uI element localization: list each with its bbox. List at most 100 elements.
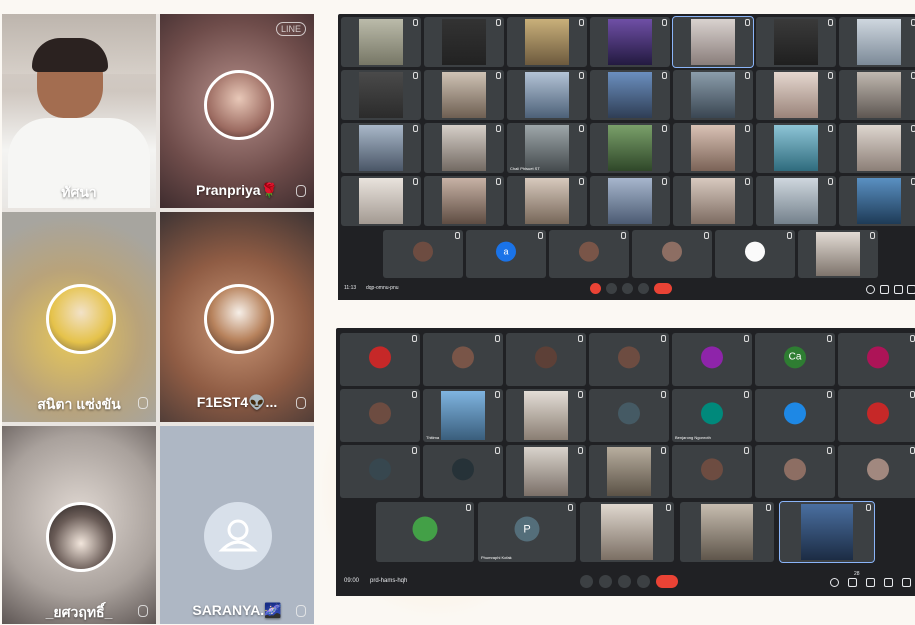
participant-tile[interactable]: LINE Pranpriya🌹 — [160, 14, 314, 208]
present-button[interactable] — [618, 575, 631, 588]
mic-off-button[interactable] — [590, 283, 601, 294]
participant-tile[interactable] — [838, 445, 915, 498]
participant-tile[interactable] — [589, 445, 669, 498]
participant-tile[interactable] — [424, 17, 504, 67]
participant-tile[interactable] — [838, 389, 915, 442]
video-feed — [607, 19, 653, 65]
participant-tile[interactable] — [340, 389, 420, 442]
participant-tile[interactable]: Ca — [755, 333, 835, 386]
participant-tile[interactable] — [423, 445, 503, 498]
more-options-button[interactable] — [637, 575, 650, 588]
avatar — [867, 457, 889, 480]
mic-muted-icon — [496, 19, 501, 26]
participant-tile[interactable] — [383, 230, 463, 278]
participant-tile[interactable] — [341, 123, 421, 173]
participant-tile[interactable] — [715, 230, 795, 278]
video-feed — [815, 232, 861, 276]
participant-tile[interactable] — [756, 70, 836, 120]
participant-tile[interactable] — [590, 176, 670, 226]
participant-tile[interactable] — [341, 176, 421, 226]
participant-tile[interactable] — [798, 230, 878, 278]
mic-muted-icon — [413, 19, 418, 26]
more-options-button[interactable] — [638, 283, 649, 294]
activities-icon[interactable] — [907, 285, 915, 294]
participant-tile[interactable] — [424, 70, 504, 120]
participant-tile[interactable]: Benjarong Ngonroth — [672, 389, 752, 442]
participant-tile[interactable] — [506, 333, 586, 386]
participant-tile[interactable] — [779, 501, 875, 563]
participant-tile[interactable] — [341, 17, 421, 67]
participant-tile[interactable] — [506, 445, 586, 498]
participant-tile[interactable] — [755, 389, 835, 442]
participant-tile[interactable] — [590, 123, 670, 173]
present-button[interactable] — [622, 283, 633, 294]
participant-tile[interactable] — [589, 389, 669, 442]
participant-tile[interactable] — [423, 333, 503, 386]
participant-tile[interactable] — [549, 230, 629, 278]
participant-tile[interactable] — [424, 123, 504, 173]
participant-tile[interactable] — [340, 445, 420, 498]
participant-tile[interactable] — [673, 70, 753, 120]
people-icon[interactable] — [880, 285, 889, 294]
camera-button[interactable] — [606, 283, 617, 294]
activities-icon[interactable] — [884, 578, 893, 587]
participant-tile[interactable]: P Phumraphi Kofak — [478, 502, 576, 562]
participant-tile[interactable] — [590, 70, 670, 120]
info-icon[interactable] — [866, 285, 875, 294]
participant-tile[interactable] — [756, 17, 836, 67]
participant-tile[interactable] — [680, 502, 774, 562]
chat-icon[interactable] — [894, 285, 903, 294]
default-avatar — [204, 502, 272, 570]
avatar — [413, 241, 433, 262]
video-feed — [856, 125, 902, 171]
participant-tile[interactable] — [673, 123, 753, 173]
chat-icon[interactable] — [866, 578, 875, 587]
end-call-button[interactable] — [654, 283, 672, 294]
participant-tile[interactable]: ทัศนา — [2, 14, 156, 208]
participant-tile[interactable]: a — [466, 230, 546, 278]
participant-tile[interactable] — [839, 176, 915, 226]
participant-tile[interactable] — [340, 333, 420, 386]
participant-tile[interactable] — [632, 230, 712, 278]
participant-tile[interactable]: SARANYA.🌌 — [160, 426, 314, 624]
mic-button[interactable] — [580, 575, 593, 588]
participant-tile[interactable]: Chali Phisuet ST — [507, 123, 587, 173]
end-call-button[interactable] — [656, 575, 678, 588]
lock-icon[interactable] — [902, 578, 911, 587]
mic-muted-icon — [496, 72, 501, 79]
participant-tile[interactable] — [756, 123, 836, 173]
participant-tile[interactable] — [672, 16, 754, 68]
participant-tile[interactable]: สนิตา แซ่งขัน — [2, 212, 156, 422]
participant-tile[interactable] — [376, 502, 474, 562]
camera-button[interactable] — [599, 575, 612, 588]
video-feed — [856, 19, 902, 65]
mic-muted-icon — [828, 72, 833, 79]
participant-tile[interactable] — [507, 176, 587, 226]
participant-tile[interactable] — [756, 176, 836, 226]
info-icon[interactable] — [830, 578, 839, 587]
mic-muted-icon — [579, 125, 584, 132]
participant-tile[interactable] — [839, 123, 915, 173]
participant-tile[interactable] — [507, 17, 587, 67]
participant-tile[interactable] — [755, 445, 835, 498]
participant-tile[interactable]: _ยศวฤทธิ์_ — [2, 426, 156, 624]
participant-tile[interactable] — [672, 445, 752, 498]
participant-tile[interactable] — [590, 17, 670, 67]
participant-tile[interactable] — [424, 176, 504, 226]
participant-tile[interactable] — [506, 389, 586, 442]
people-icon[interactable] — [848, 578, 857, 587]
participant-tile[interactable]: F1EST4👽... — [160, 212, 314, 422]
participant-tile[interactable] — [673, 176, 753, 226]
mic-muted-icon — [911, 178, 915, 185]
meeting-code: dqp-omnu-pnu — [366, 285, 399, 291]
participant-tile[interactable] — [839, 70, 915, 120]
participant-tile[interactable] — [672, 333, 752, 386]
participant-tile[interactable] — [838, 333, 915, 386]
participant-tile[interactable] — [589, 333, 669, 386]
participant-tile[interactable] — [507, 70, 587, 120]
participant-tile[interactable] — [580, 502, 674, 562]
participant-tile[interactable] — [839, 17, 915, 67]
participant-tile[interactable] — [341, 70, 421, 120]
participant-tile[interactable]: Thitima — [423, 389, 503, 442]
mic-muted-icon — [745, 178, 750, 185]
